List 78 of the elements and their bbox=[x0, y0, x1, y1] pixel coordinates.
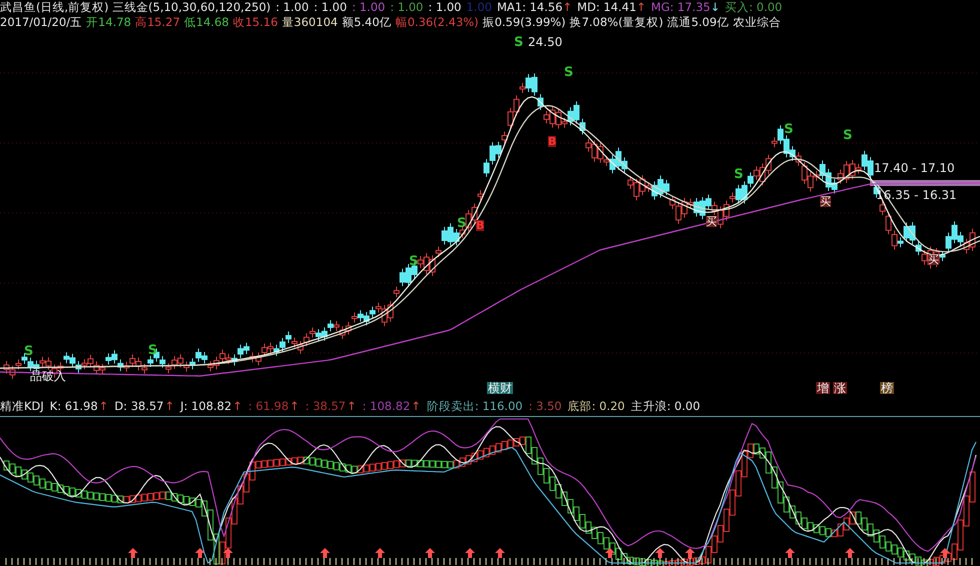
sell-signal: S bbox=[843, 129, 852, 142]
price-label: 24.50 bbox=[528, 36, 562, 48]
quote-text: J: 108.82 bbox=[180, 398, 232, 415]
sell-signal: S bbox=[514, 36, 524, 49]
quote-text: 低14.68 bbox=[184, 15, 229, 30]
buy-signal: 买 bbox=[706, 216, 717, 227]
arrow-symbol: ↑ bbox=[164, 398, 174, 415]
arrow-symbol: ↑ bbox=[636, 0, 646, 15]
quote-text: 买入: 0.00 bbox=[724, 0, 782, 15]
buy-signal: B bbox=[548, 136, 556, 147]
quote-text: : 1.00 bbox=[428, 0, 462, 15]
quote-text: : 108.82 bbox=[362, 398, 410, 415]
quote-text: 2017/01/20/五 bbox=[0, 15, 82, 30]
up-arrow-icon bbox=[425, 548, 435, 558]
arrow-symbol: ↑ bbox=[232, 398, 242, 415]
quote-text: K: 61.98 bbox=[50, 398, 98, 415]
quote-text: 高15.27 bbox=[135, 15, 180, 30]
quote-text: MD: 14.41 bbox=[577, 0, 636, 15]
up-arrow-icon bbox=[785, 548, 795, 558]
quote-text: 额5.40亿 bbox=[342, 15, 392, 30]
quote-text: : 1.00 bbox=[390, 0, 424, 15]
quote-text: 收15.16 bbox=[232, 15, 278, 30]
price-label: 17.40 - 17.10 bbox=[874, 162, 955, 174]
quote-text: 振0.59(3.99%) bbox=[482, 15, 566, 30]
quote-text: 武昌鱼(日线,前复权) 三线金(5,10,30,60,120,250) bbox=[0, 0, 271, 15]
quote-text: 主升浪: 0.00 bbox=[630, 398, 700, 415]
quote-text: 开14.78 bbox=[86, 15, 132, 30]
quote-text: 量360104 bbox=[282, 15, 338, 30]
signal-tag: 横财 bbox=[487, 382, 513, 394]
quote-text: MG: 17.35 bbox=[651, 0, 710, 15]
arrow-symbol: ↑ bbox=[290, 398, 300, 415]
up-arrow-icon bbox=[195, 548, 205, 558]
quote-text: 精准KDJ bbox=[0, 398, 44, 415]
sell-signal: S bbox=[784, 123, 794, 136]
signal-note: 品破入 bbox=[30, 370, 66, 382]
quote-text: MA1: 14.56 bbox=[496, 0, 563, 15]
up-arrow-icon bbox=[223, 548, 233, 558]
signal-tag: 榜 bbox=[880, 382, 894, 394]
arrow-symbol: ↑ bbox=[411, 398, 421, 415]
sell-signal: S bbox=[24, 345, 34, 358]
quote-text: 流通5.09亿 bbox=[667, 15, 729, 30]
quote-text: : 61.98 bbox=[248, 398, 289, 415]
buy-signal: 买 bbox=[928, 254, 939, 265]
up-arrow-icon bbox=[605, 548, 615, 558]
arrow-symbol: ↑ bbox=[98, 398, 108, 415]
sell-signal: S bbox=[148, 344, 158, 357]
up-arrow-icon bbox=[375, 548, 385, 558]
up-arrow-icon bbox=[495, 548, 505, 558]
up-arrow-icon bbox=[465, 548, 475, 558]
quote-text: : 1.00 bbox=[352, 0, 386, 15]
up-arrow-icon bbox=[940, 548, 950, 558]
arrow-symbol: ↓ bbox=[710, 0, 720, 15]
up-arrow-icon bbox=[685, 548, 695, 558]
quote-text: 农业综合 bbox=[732, 15, 781, 30]
buy-signal: B bbox=[476, 220, 484, 231]
quote-text: 1.00 bbox=[466, 0, 492, 15]
quote-text: : 3.50 bbox=[528, 398, 562, 415]
up-arrow-icon bbox=[655, 548, 665, 558]
sell-signal: S bbox=[734, 168, 744, 181]
quote-text: : 1.00 bbox=[314, 0, 347, 15]
quote-text: : 38.57 bbox=[305, 398, 346, 415]
signal-tag: 增 bbox=[816, 382, 830, 394]
up-arrow-icon bbox=[845, 548, 855, 558]
quote-text: 底部: 0.20 bbox=[568, 398, 625, 415]
quote-text: : 1.00 bbox=[276, 0, 309, 15]
arrow-symbol: ↑ bbox=[346, 398, 356, 415]
sell-signal: S bbox=[457, 217, 466, 230]
arrow-symbol: ↑ bbox=[562, 0, 572, 15]
up-arrow-icon bbox=[128, 548, 138, 558]
sell-signal: S bbox=[564, 66, 574, 79]
sell-signal: S bbox=[409, 255, 418, 268]
signal-tag: 涨 bbox=[833, 382, 847, 394]
quote-text: D: 38.57 bbox=[114, 398, 164, 415]
up-arrow-icon bbox=[320, 548, 330, 558]
buy-signal: 买 bbox=[820, 196, 831, 207]
quote-text: 幅0.36(2.43%) bbox=[395, 15, 479, 30]
quote-text: 换7.08%(量复权) bbox=[570, 15, 664, 30]
quote-text: 阶段卖出: 116.00 bbox=[426, 398, 523, 415]
